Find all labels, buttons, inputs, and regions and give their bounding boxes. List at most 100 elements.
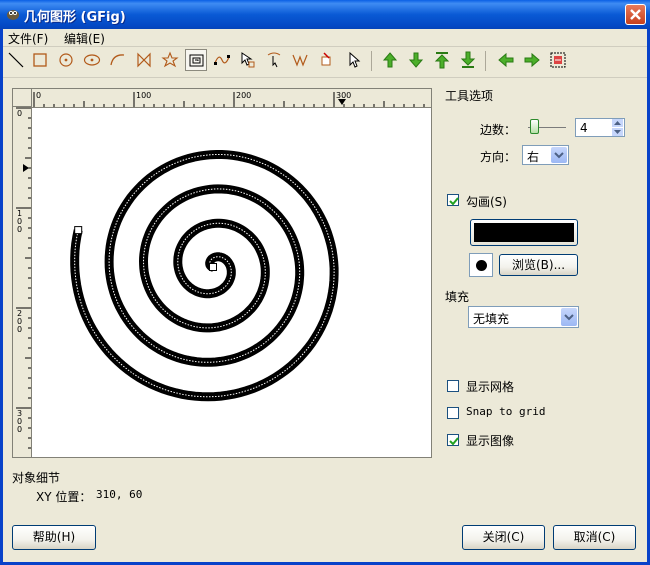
polygon-tool-icon xyxy=(137,52,151,68)
title-bar[interactable]: 几何图形 (GFig) xyxy=(0,0,650,29)
menu-file[interactable]: 文件(F) xyxy=(8,30,48,47)
lower-to-bottom-button[interactable] xyxy=(457,49,479,71)
sides-label: 边数： xyxy=(480,123,517,137)
show-all-button[interactable] xyxy=(547,49,569,71)
rectangle-tool-icon xyxy=(33,53,47,67)
cursor-marker-v xyxy=(23,164,29,172)
fill-dropdown-button[interactable] xyxy=(561,308,577,326)
show-image-label[interactable]: 显示图像 xyxy=(466,432,514,449)
arrow-top-icon xyxy=(434,52,450,69)
lower-object-button[interactable] xyxy=(405,49,427,71)
show-grid-checkbox[interactable] xyxy=(447,380,459,392)
copy-object-icon xyxy=(292,54,308,67)
brush-dot-icon xyxy=(476,260,487,271)
sides-value: 4 xyxy=(580,121,588,135)
star-tool-icon xyxy=(161,51,179,68)
circle-tool-icon xyxy=(59,53,73,67)
stroke-label[interactable]: 勾画(S) xyxy=(466,193,507,210)
stroke-color-button[interactable] xyxy=(470,219,578,246)
delete-object-tool-button[interactable] xyxy=(315,49,337,71)
close-icon xyxy=(630,9,641,20)
pointer-icon xyxy=(349,51,361,68)
browse-button[interactable]: 浏览(B)... xyxy=(499,254,578,276)
spiral-end-handle[interactable] xyxy=(74,226,83,235)
tool-options-heading: 工具选项 xyxy=(445,89,494,103)
brush-preview[interactable] xyxy=(469,253,493,277)
show-grid-label[interactable]: 显示网格 xyxy=(466,378,514,395)
v-tick-0: 0 xyxy=(17,109,23,118)
star-tool-button[interactable] xyxy=(159,49,181,71)
show-all-icon xyxy=(550,52,566,68)
sides-slider-thumb[interactable] xyxy=(530,119,539,134)
fill-value: 无填充 xyxy=(473,312,510,326)
h-tick-0: 0 xyxy=(36,91,42,100)
direction-dropdown[interactable]: 右 xyxy=(522,145,569,165)
snap-to-grid-label[interactable]: Snap to grid xyxy=(466,405,545,418)
circle-tool-button[interactable] xyxy=(55,49,77,71)
raise-object-button[interactable] xyxy=(379,49,401,71)
copy-object-tool-button[interactable] xyxy=(289,49,311,71)
arrow-right-icon xyxy=(524,52,540,68)
fill-label: 填充 xyxy=(445,290,470,304)
chevron-down-icon xyxy=(564,314,574,321)
arrow-down-icon xyxy=(408,52,424,68)
cancel-button[interactable]: 取消(C) xyxy=(553,525,636,550)
line-tool-icon xyxy=(8,52,24,68)
toolbar-separator xyxy=(371,51,372,71)
v-tick-200: 200 xyxy=(17,309,23,334)
sides-spinbox[interactable]: 4 xyxy=(575,118,625,137)
horizontal-ruler: 0 100 200 300 xyxy=(32,89,431,108)
stroke-color-swatch xyxy=(474,223,574,242)
direction-value: 右 xyxy=(527,150,540,164)
rectangle-tool-button[interactable] xyxy=(29,49,51,71)
chevron-down-icon xyxy=(554,152,564,159)
select-object-tool-button[interactable] xyxy=(343,49,365,71)
spiral-stroke xyxy=(70,150,339,402)
stroke-checkbox[interactable] xyxy=(447,194,459,206)
checkmark-icon xyxy=(449,437,459,446)
show-image-checkbox[interactable] xyxy=(447,434,459,446)
direction-dropdown-button[interactable] xyxy=(551,147,567,163)
bezier-tool-icon xyxy=(214,55,230,65)
window-title: 几何图形 (GFig) xyxy=(24,10,126,25)
toolbar xyxy=(3,47,647,75)
v-tick-300: 300 xyxy=(17,409,23,434)
arc-tool-button[interactable] xyxy=(107,49,129,71)
snap-to-grid-checkbox[interactable] xyxy=(447,407,459,419)
line-tool-button[interactable] xyxy=(5,49,27,71)
spiral-tool-button[interactable] xyxy=(185,49,207,71)
close-window-button[interactable] xyxy=(625,4,646,25)
ellipse-tool-button[interactable] xyxy=(81,49,103,71)
preview-canvas[interactable]: 0 100 200 300 0 100 200 300 xyxy=(12,88,432,458)
move-point-icon xyxy=(267,52,281,68)
close-button[interactable]: 关闭(C) xyxy=(462,525,545,550)
spin-arrows-icon[interactable] xyxy=(612,119,623,136)
show-previous-button[interactable] xyxy=(495,49,517,71)
ruler-corner xyxy=(13,89,32,107)
h-tick-200: 200 xyxy=(236,91,252,100)
toolbar-divider xyxy=(3,77,647,78)
move-object-icon xyxy=(241,52,255,68)
spiral-center-handle[interactable] xyxy=(209,263,217,271)
menu-edit[interactable]: 编辑(E) xyxy=(64,30,105,47)
move-point-tool-button[interactable] xyxy=(263,49,285,71)
bezier-tool-button[interactable] xyxy=(211,49,233,71)
spiral-tool-icon xyxy=(189,54,204,67)
toolbar-separator xyxy=(485,51,486,71)
arc-tool-icon xyxy=(110,54,125,66)
move-object-tool-button[interactable] xyxy=(237,49,259,71)
arrow-left-icon xyxy=(498,52,514,68)
help-button[interactable]: 帮助(H) xyxy=(12,525,96,550)
object-details-heading: 对象细节 xyxy=(12,471,61,485)
delete-object-icon xyxy=(321,52,331,66)
arrow-up-icon xyxy=(382,52,398,68)
raise-to-top-button[interactable] xyxy=(431,49,453,71)
ellipse-tool-icon xyxy=(83,54,101,66)
h-tick-300: 300 xyxy=(336,91,352,100)
horizontal-ruler-ticks xyxy=(33,92,425,107)
arrow-bottom-icon xyxy=(460,51,476,68)
show-next-button[interactable] xyxy=(521,49,543,71)
polygon-tool-button[interactable] xyxy=(133,49,155,71)
fill-dropdown[interactable]: 无填充 xyxy=(468,306,579,328)
checkmark-icon xyxy=(449,197,459,206)
